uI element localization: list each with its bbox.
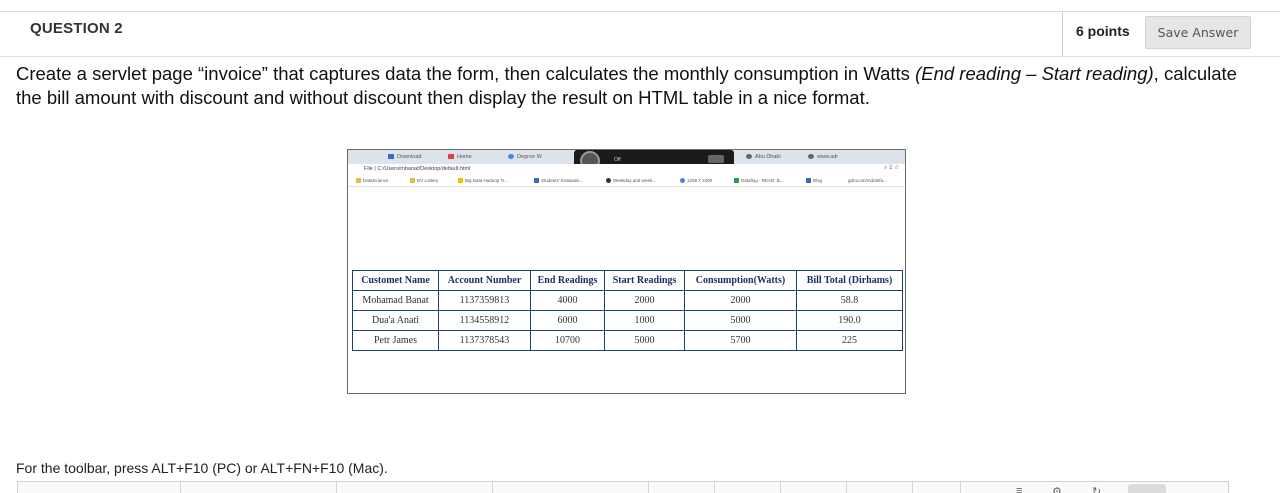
browser-tab: www.adr [808,152,838,163]
bookmark-favicon-icon [534,178,539,184]
table-cell: 225 [796,330,903,351]
embedded-screenshot: Download Home Degree W Abu Dhabi www.adr… [347,149,906,394]
result-table: Customet Name Account Number End Reading… [352,270,903,351]
table-header: End Readings [530,270,605,291]
table-cell: 190.0 [796,310,903,331]
toolbar-separator [846,482,847,493]
table-cell: 1000 [604,310,685,331]
header-rule [0,56,1280,57]
tab-favicon-icon [388,154,394,160]
tab-favicon-icon [746,154,752,160]
table-cell: 5000 [684,310,797,331]
zoom-icon: ⌕ [883,165,888,171]
question-text-part1: Create a servlet page “invoice” that cap… [16,63,916,84]
toolbar-expand-button[interactable] [1128,484,1166,493]
table-cell: 2000 [684,290,797,311]
bookmark: DataScience [356,178,389,184]
table-cell: 5700 [684,330,797,351]
folder-icon [410,178,415,184]
toolbar-separator [780,482,781,493]
table-header: Customet Name [352,270,439,291]
table-cell: 5000 [604,330,685,351]
list-icon[interactable]: ≡ [1016,485,1022,493]
question-points: 6 points [1076,23,1130,39]
gear-icon[interactable]: ⚙ [1052,485,1062,493]
table-cell: 6000 [530,310,605,331]
toolbar-separator [492,482,493,493]
table-header: Account Number [438,270,531,291]
toolbar-separator [960,482,961,493]
toolbar-instructions: For the toolbar, press ALT+F10 (PC) or A… [16,460,388,476]
table-cell: 1134558912 [438,310,531,331]
table-cell: 10700 [530,330,605,351]
bookmark: Big Data Hadoop Tr... [458,178,508,184]
question-text: Create a servlet page “invoice” that cap… [16,62,1266,110]
table-cell: 4000 [530,290,605,311]
toolbar-separator [180,482,181,493]
browser-tab: Download [388,152,421,163]
question-header: QUESTION 2 6 points Save Answer [0,12,1280,56]
bookmark: Students' Evaluatio... [534,178,583,184]
table-cell: 58.8 [796,290,903,311]
table-header: Bill Total (Dirhams) [796,270,903,291]
browser-tab: Degree W [508,152,542,163]
toolbar-separator [912,482,913,493]
bookmark-favicon-icon [734,178,739,184]
folder-icon [356,178,361,184]
share-icon: ⇪ [889,165,893,171]
address-text: File | C:/Users/mbanat/Desktop/default.h… [364,166,471,172]
bookmark-favicon-icon [606,178,611,184]
table-row: Dua'a Anati 1134558912 6000 1000 5000 19… [352,310,903,331]
folder-icon [458,178,463,184]
addressbar-icons: ⌕ ⇪ ☆ [884,165,899,172]
overlay-label: Off [614,157,621,163]
bookmarks-bar: DataScience DV Lottery Big Data Hadoop T… [348,176,905,187]
table-row: Petr James 1137378543 10700 5000 5700 22… [352,330,903,351]
header-divider [1062,12,1063,56]
bookmark-favicon-icon [680,178,685,184]
toolbar-separator [336,482,337,493]
question-text-formula: (End reading – Start reading) [915,63,1154,84]
bookmark: Weekday and week... [606,178,656,184]
table-cell: 1137378543 [438,330,531,351]
bookmark: Dataflog - READ: B... [734,178,784,184]
browser-tab: Home [448,152,472,163]
star-icon: ☆ [894,165,899,171]
table-cell: Mohamad Banat [352,290,439,311]
table-header: Start Readings [604,270,685,291]
editor-toolbar[interactable]: ≡ ⚙ ↻ [17,481,1229,493]
question-title: QUESTION 2 [30,20,123,37]
tab-favicon-icon [508,154,514,160]
browser-tab: Abu Dhabi [746,152,781,163]
table-cell: 1137359813 [438,290,531,311]
bookmark: 1208 × 2400 [680,178,712,184]
bookmark-favicon-icon [806,178,811,184]
overlay-button [708,155,724,163]
save-answer-button[interactable]: Save Answer [1145,16,1251,49]
tab-favicon-icon [808,154,814,160]
toolbar-separator [714,482,715,493]
bookmark: DV Lottery [410,178,438,184]
tab-favicon-icon [448,154,454,160]
table-header: Consumption(Watts) [684,270,797,291]
address-bar: File | C:/Users/mbanat/Desktop/default.h… [348,164,905,176]
toolbar-separator [648,482,649,493]
table-cell: Petr James [352,330,439,351]
table-cell: 2000 [604,290,685,311]
reload-icon[interactable]: ↻ [1092,485,1101,493]
bookmark: gdrucom/md/defa... [848,178,887,183]
table-row: Mohamad Banat 1137359813 4000 2000 2000 … [352,290,903,311]
table-header-row: Customet Name Account Number End Reading… [352,270,903,291]
bookmark: Blog [806,178,822,184]
table-cell: Dua'a Anati [352,310,439,331]
